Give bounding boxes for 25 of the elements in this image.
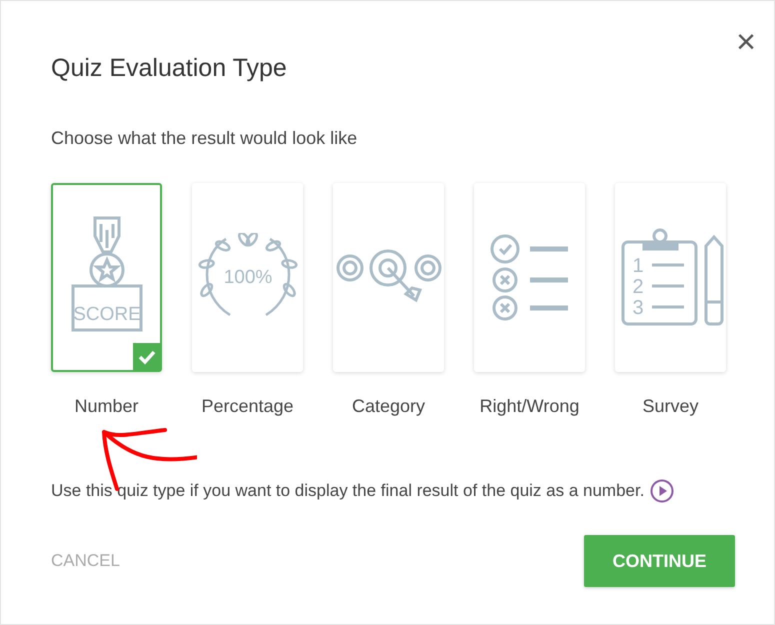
check-icon	[133, 343, 161, 371]
option-card[interactable]	[474, 183, 585, 372]
dialog-title: Quiz Evaluation Type	[51, 53, 287, 83]
play-icon[interactable]	[650, 479, 674, 503]
option-card[interactable]: 100%	[192, 183, 303, 372]
icon-label: 3	[632, 296, 644, 318]
continue-button[interactable]: CONTINUE	[584, 535, 735, 587]
pencil-icon	[704, 235, 723, 325]
icon-label: 2	[632, 276, 644, 298]
option-card[interactable]: 1 2 3	[615, 183, 726, 372]
checklist-icon	[490, 234, 570, 322]
option-label: Percentage	[201, 396, 294, 417]
option-label: Number	[74, 396, 139, 417]
option-label: Right/Wrong	[480, 396, 580, 417]
cancel-button[interactable]: CANCEL	[51, 551, 120, 571]
dialog-subtitle: Choose what the result would look like	[51, 127, 358, 149]
description-text: Use this quiz type if you want to display the final result of the quiz as a number.	[51, 481, 644, 501]
icon-label: SCORE	[72, 304, 140, 324]
option-card[interactable]	[333, 183, 444, 372]
option-card[interactable]: SCORE	[51, 183, 162, 372]
icon-label: 100%	[223, 266, 272, 288]
option-label: Survey	[642, 396, 699, 417]
icon-label: 1	[632, 254, 644, 276]
close-button[interactable]: ×	[732, 25, 760, 59]
option-label: Category	[352, 396, 426, 417]
